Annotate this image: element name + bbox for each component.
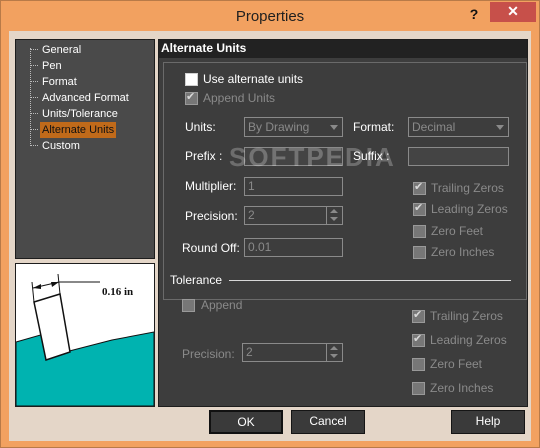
tolerance-zero-feet-checkbox[interactable]: [412, 358, 425, 371]
round-off-label: Round Off:: [182, 241, 240, 255]
tree-item-advanced-format[interactable]: Advanced Format: [42, 90, 129, 106]
tolerance-precision-label: Precision:: [182, 347, 235, 361]
panel-title: Alternate Units: [159, 40, 527, 58]
multiplier-input[interactable]: 1: [244, 177, 343, 196]
properties-dialog: Properties ? ✕ General Pen Format Advanc…: [0, 0, 540, 448]
format-dropdown[interactable]: Decimal: [408, 117, 509, 137]
tolerance-heading: Tolerance: [170, 273, 223, 287]
suffix-input[interactable]: [408, 147, 509, 166]
tolerance-precision-spinner[interactable]: [326, 343, 342, 362]
format-value: Decimal: [412, 120, 456, 134]
tolerance-divider: [229, 280, 511, 281]
tolerance-leading-zeros-label: Leading Zeros: [430, 333, 507, 347]
spin-up-icon: [330, 346, 338, 350]
zero-inches-checkbox[interactable]: [413, 246, 426, 259]
units-dropdown[interactable]: By Drawing: [244, 117, 343, 137]
help-icon[interactable]: ?: [461, 3, 487, 27]
leading-zeros-checkbox[interactable]: [413, 201, 426, 216]
tolerance-zero-feet-label: Zero Feet: [430, 357, 483, 371]
tree-connector: [30, 129, 38, 131]
cancel-button[interactable]: Cancel: [291, 410, 365, 434]
dimension-preview: 0.16 in: [15, 263, 155, 407]
tree-connector: [30, 65, 38, 67]
trailing-zeros-label: Trailing Zeros: [431, 181, 504, 195]
tolerance-trailing-zeros-checkbox[interactable]: [412, 308, 425, 323]
tree-item-general[interactable]: General: [42, 42, 81, 58]
spin-down-icon: [330, 217, 338, 221]
preview-drawing: [15, 273, 155, 407]
tolerance-append-label: Append: [201, 298, 243, 312]
chevron-down-icon: [330, 125, 338, 130]
title-bar: Properties ? ✕: [1, 1, 539, 31]
chevron-down-icon: [496, 125, 504, 130]
leading-zeros-label: Leading Zeros: [431, 202, 508, 216]
zero-feet-checkbox[interactable]: [413, 225, 426, 238]
tolerance-trailing-zeros-label: Trailing Zeros: [430, 309, 503, 323]
append-units-label: Append Units: [203, 91, 276, 105]
precision-label: Precision:: [185, 209, 238, 223]
units-value: By Drawing: [248, 120, 310, 134]
tolerance-leading-zeros-checkbox[interactable]: [412, 332, 425, 347]
tree-item-format[interactable]: Format: [42, 74, 77, 90]
precision-spinner[interactable]: [326, 206, 342, 225]
close-button[interactable]: ✕: [490, 2, 536, 22]
softpedia-watermark: SOFTPEDIA: [229, 142, 396, 172]
trailing-zeros-checkbox[interactable]: [413, 180, 426, 195]
tree-connector: [30, 81, 38, 83]
append-units-checkbox[interactable]: [185, 90, 198, 105]
tolerance-append-checkbox[interactable]: [182, 299, 195, 312]
zero-feet-label: Zero Feet: [431, 224, 484, 238]
ok-button[interactable]: OK: [209, 410, 283, 434]
tolerance-zero-inches-checkbox[interactable]: [412, 382, 425, 395]
help-button[interactable]: Help: [451, 410, 525, 434]
prefix-label: Prefix :: [185, 149, 223, 163]
tree-item-pen[interactable]: Pen: [42, 58, 62, 74]
use-alternate-units-checkbox[interactable]: [185, 73, 198, 86]
tree-connector: [30, 113, 38, 115]
use-alternate-units-label: Use alternate units: [203, 72, 304, 86]
spin-up-icon: [330, 209, 338, 213]
units-label: Units:: [185, 120, 216, 134]
tree-item-custom[interactable]: Custom: [42, 138, 80, 154]
precision-value: 2: [248, 208, 255, 222]
category-tree[interactable]: General Pen Format Advanced Format Units…: [15, 39, 155, 259]
tolerance-precision-value: 2: [246, 345, 253, 359]
tree-item-alternate-units[interactable]: Alternate Units: [40, 122, 117, 138]
preview-dimension-label: 0.16 in: [102, 286, 134, 298]
tree-item-units-tolerance[interactable]: Units/Tolerance: [42, 106, 118, 122]
tree-connector: [30, 49, 38, 51]
round-off-input[interactable]: 0.01: [244, 238, 343, 257]
window-title: Properties: [235, 8, 305, 25]
zero-inches-label: Zero Inches: [431, 245, 495, 259]
spin-down-icon: [330, 354, 338, 358]
tree-connector: [30, 97, 38, 99]
format-label: Format:: [353, 120, 395, 134]
multiplier-label: Multiplier:: [185, 179, 237, 193]
tree-connector: [30, 145, 38, 147]
tolerance-zero-inches-label: Zero Inches: [430, 381, 494, 395]
